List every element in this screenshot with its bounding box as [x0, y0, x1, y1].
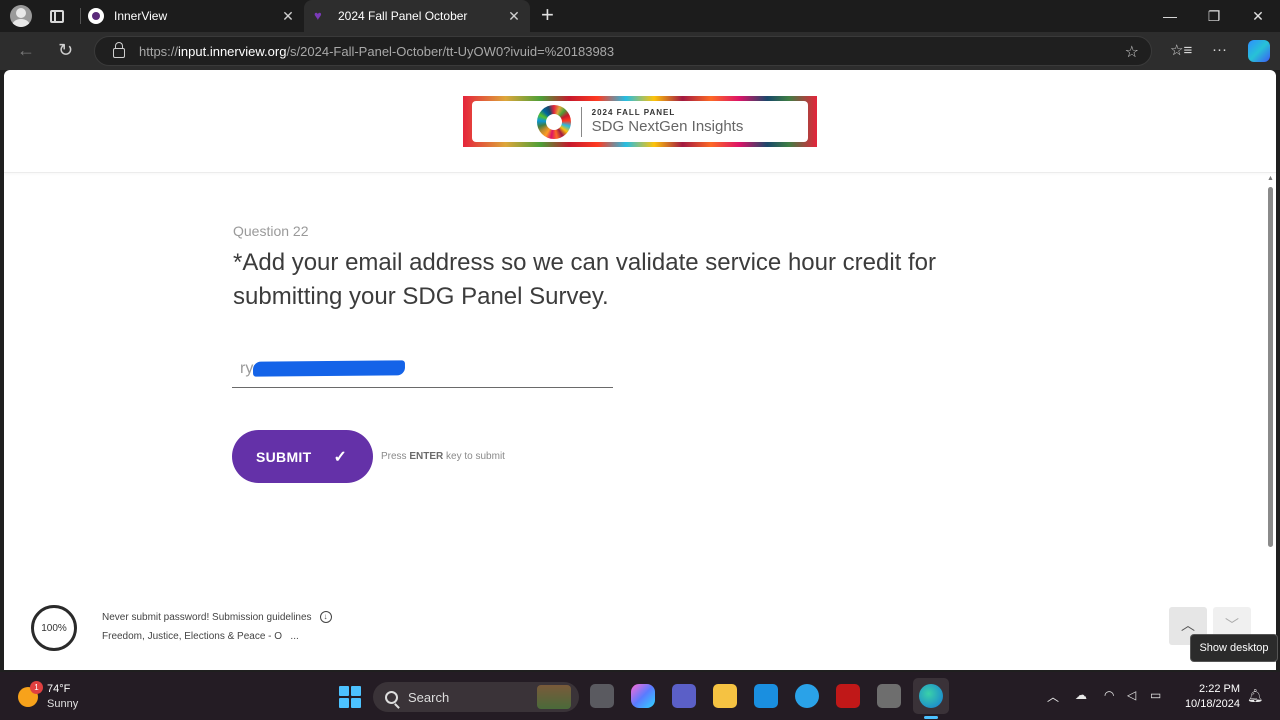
edge-icon[interactable]: [919, 684, 943, 708]
more-ellipsis[interactable]: ...: [290, 631, 298, 642]
submit-label: SUBMIT: [256, 448, 312, 465]
redaction-mark: [252, 360, 406, 377]
notification-bell-icon[interactable]: 🔔︎: [1247, 688, 1264, 704]
enter-hint: Press ENTER key to submit: [381, 451, 505, 462]
sdg-wheel-icon: [536, 104, 571, 139]
calculator-icon[interactable]: [877, 684, 901, 708]
restore-icon[interactable]: ❐: [1192, 0, 1236, 32]
start-button[interactable]: [339, 686, 361, 708]
task-view-icon[interactable]: [590, 684, 614, 708]
survey-header: 2024 FALL PANEL SDG NextGen Insights: [4, 70, 1276, 173]
clock-time[interactable]: 2:22 PM: [1196, 683, 1240, 695]
help-icon[interactable]: [795, 684, 819, 708]
battery-icon[interactable]: ▭: [1150, 688, 1161, 702]
tab-fall-panel[interactable]: ♥ 2024 Fall Panel October ✕: [304, 0, 530, 32]
window-close-icon[interactable]: ✕: [1236, 0, 1280, 32]
search-label: Search: [408, 689, 450, 705]
scrollbar[interactable]: ▲: [1267, 173, 1274, 670]
close-icon[interactable]: ✕: [504, 8, 524, 25]
section-title: Freedom, Justice, Elections & Peace - O …: [102, 631, 299, 642]
teams-icon[interactable]: [672, 684, 696, 708]
search-icon: [385, 690, 398, 704]
profile-avatar-icon[interactable]: [10, 5, 32, 27]
file-explorer-icon[interactable]: [713, 684, 737, 708]
tab-innerview[interactable]: InnerView ✕: [80, 0, 304, 32]
scroll-thumb[interactable]: [1268, 187, 1273, 547]
myhp-icon[interactable]: [754, 684, 778, 708]
favorite-star-icon[interactable]: ☆: [1125, 42, 1139, 62]
active-app-indicator: [924, 716, 938, 719]
wifi-icon[interactable]: ◠: [1104, 688, 1114, 702]
submission-guidelines[interactable]: Never submit password! Submission guidel…: [102, 611, 332, 623]
sdg-banner: 2024 FALL PANEL SDG NextGen Insights: [463, 96, 817, 147]
show-hidden-icons-icon[interactable]: ︿: [1047, 688, 1059, 705]
favorites-icon[interactable]: ☆≡: [1170, 41, 1192, 59]
lock-icon[interactable]: [113, 42, 125, 58]
volume-icon[interactable]: ◁: [1127, 688, 1136, 702]
copilot-app-icon[interactable]: [631, 684, 655, 708]
mcafee-icon[interactable]: [836, 684, 860, 708]
survey-page: 2024 FALL PANEL SDG NextGen Insights Que…: [4, 70, 1276, 670]
check-icon: ✓: [333, 448, 347, 466]
heart-favicon-icon: ♥: [314, 8, 322, 23]
progress-indicator: 100%: [31, 605, 77, 651]
url-text: https://input.innerview.org/s/2024-Fall-…: [139, 43, 615, 59]
taskbar: 1 74°F Sunny Search ︿ ☁ ◠ ◁ ▭ 2:22 PM 10…: [0, 672, 1280, 720]
question-number: Question 22: [233, 223, 309, 239]
banner-title: SDG NextGen Insights: [591, 118, 744, 135]
new-tab-icon[interactable]: +: [541, 4, 554, 26]
weather-badge: 1: [30, 681, 43, 694]
minimize-icon[interactable]: —: [1148, 0, 1192, 32]
close-icon[interactable]: ✕: [278, 8, 298, 25]
submit-button[interactable]: SUBMIT ✓: [232, 430, 373, 483]
copilot-icon[interactable]: [1248, 40, 1270, 62]
onedrive-icon[interactable]: ☁: [1075, 688, 1087, 702]
innerview-favicon-icon: [88, 8, 104, 24]
address-bar[interactable]: https://input.innerview.org/s/2024-Fall-…: [94, 36, 1152, 66]
more-options-icon[interactable]: ···: [1212, 41, 1227, 58]
back-arrow-icon[interactable]: ←: [17, 40, 35, 60]
tab-title: 2024 Fall Panel October: [338, 9, 468, 23]
question-text: *Add your email address so we can valida…: [233, 249, 937, 310]
banner-subtitle: 2024 FALL PANEL: [591, 108, 676, 117]
weather-temp[interactable]: 74°F: [47, 683, 70, 695]
email-field-wrapper: [232, 352, 613, 388]
clock-date[interactable]: 10/18/2024: [1178, 698, 1240, 710]
show-desktop-tooltip: Show desktop: [1190, 634, 1278, 662]
browser-toolbar: ← ↻ https://input.innerview.org/s/2024-F…: [0, 32, 1280, 70]
reload-icon[interactable]: ↻: [58, 40, 73, 60]
tab-actions-icon[interactable]: [50, 9, 64, 23]
taskbar-search[interactable]: Search: [373, 682, 579, 712]
weather-condition[interactable]: Sunny: [47, 698, 78, 710]
tab-title: InnerView: [114, 9, 168, 23]
scroll-up-icon[interactable]: ▲: [1267, 175, 1274, 182]
download-icon[interactable]: ↓: [319, 611, 332, 623]
search-highlight-image: [537, 685, 571, 709]
